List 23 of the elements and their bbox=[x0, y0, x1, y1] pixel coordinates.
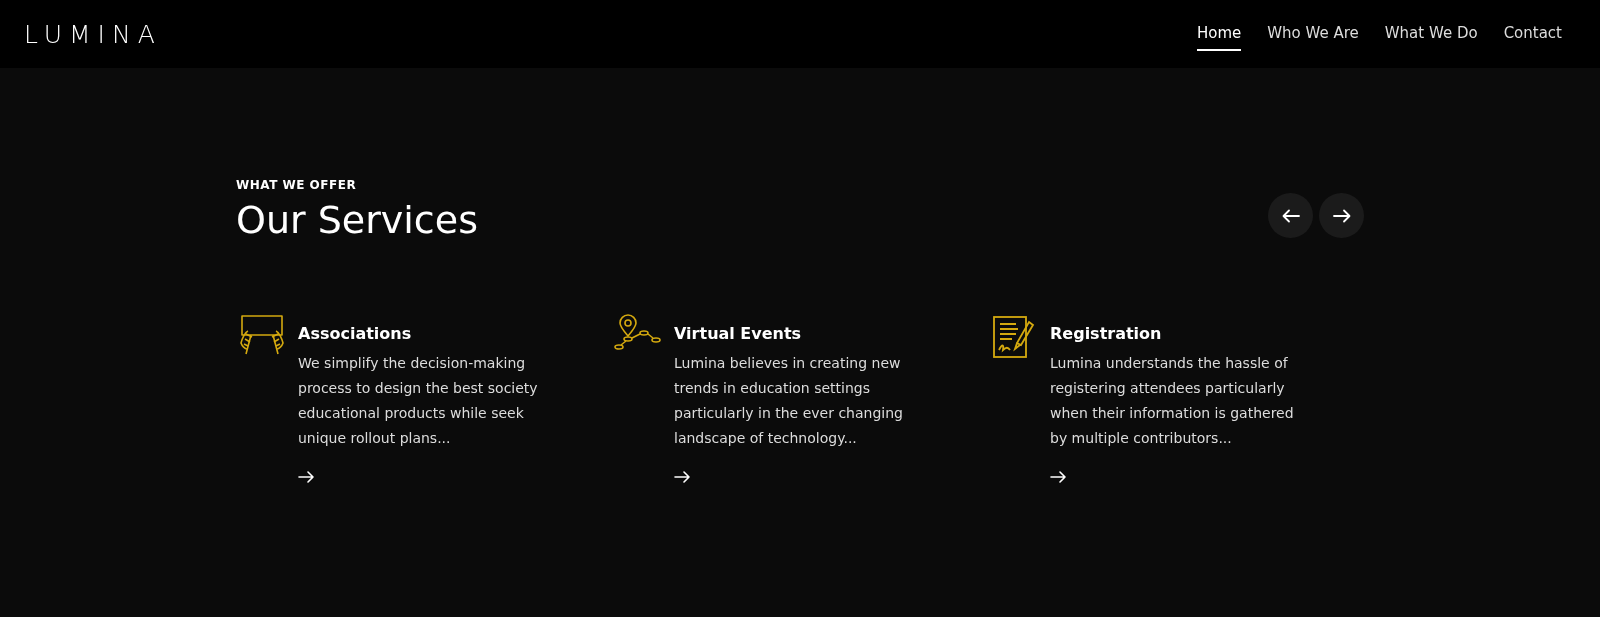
section-eyebrow: WHAT WE OFFER bbox=[236, 178, 358, 192]
read-more-link[interactable] bbox=[298, 471, 315, 483]
right-arrow-icon bbox=[1050, 471, 1067, 483]
next-button[interactable] bbox=[1319, 193, 1364, 238]
section-heading: Our Services bbox=[236, 198, 478, 242]
right-arrow-icon bbox=[298, 471, 315, 483]
nav-link[interactable]: Home bbox=[1196, 17, 1242, 51]
service-description: We simplify the decision-making process to design the best society educational products while seek unique rollout plans... bbox=[298, 354, 539, 448]
left-arrow-icon bbox=[1281, 208, 1300, 223]
nav-link[interactable]: What We Do bbox=[1384, 17, 1478, 51]
right-arrow-icon bbox=[674, 471, 691, 483]
right-arrow-icon bbox=[1332, 208, 1351, 223]
read-more-link[interactable] bbox=[674, 471, 691, 483]
service-title: Registration bbox=[1050, 324, 1162, 343]
previous-button[interactable] bbox=[1268, 193, 1313, 238]
service-title: Virtual Events bbox=[674, 324, 802, 343]
nav-link[interactable]: Contact bbox=[1503, 17, 1562, 51]
service-title: Associations bbox=[298, 324, 412, 343]
service-description: Lumina believes in creating new trends in education settings particularly in the ever changing landscape of technology... bbox=[674, 354, 904, 448]
nav-link[interactable]: Who We Are bbox=[1267, 17, 1359, 51]
logo[interactable]: LUMINA bbox=[24, 19, 162, 49]
read-more-link[interactable] bbox=[1050, 471, 1067, 483]
service-description: Lumina understands the hassle of registering attendees particularly when their information is gathered by multiple contributors... bbox=[1050, 354, 1295, 448]
